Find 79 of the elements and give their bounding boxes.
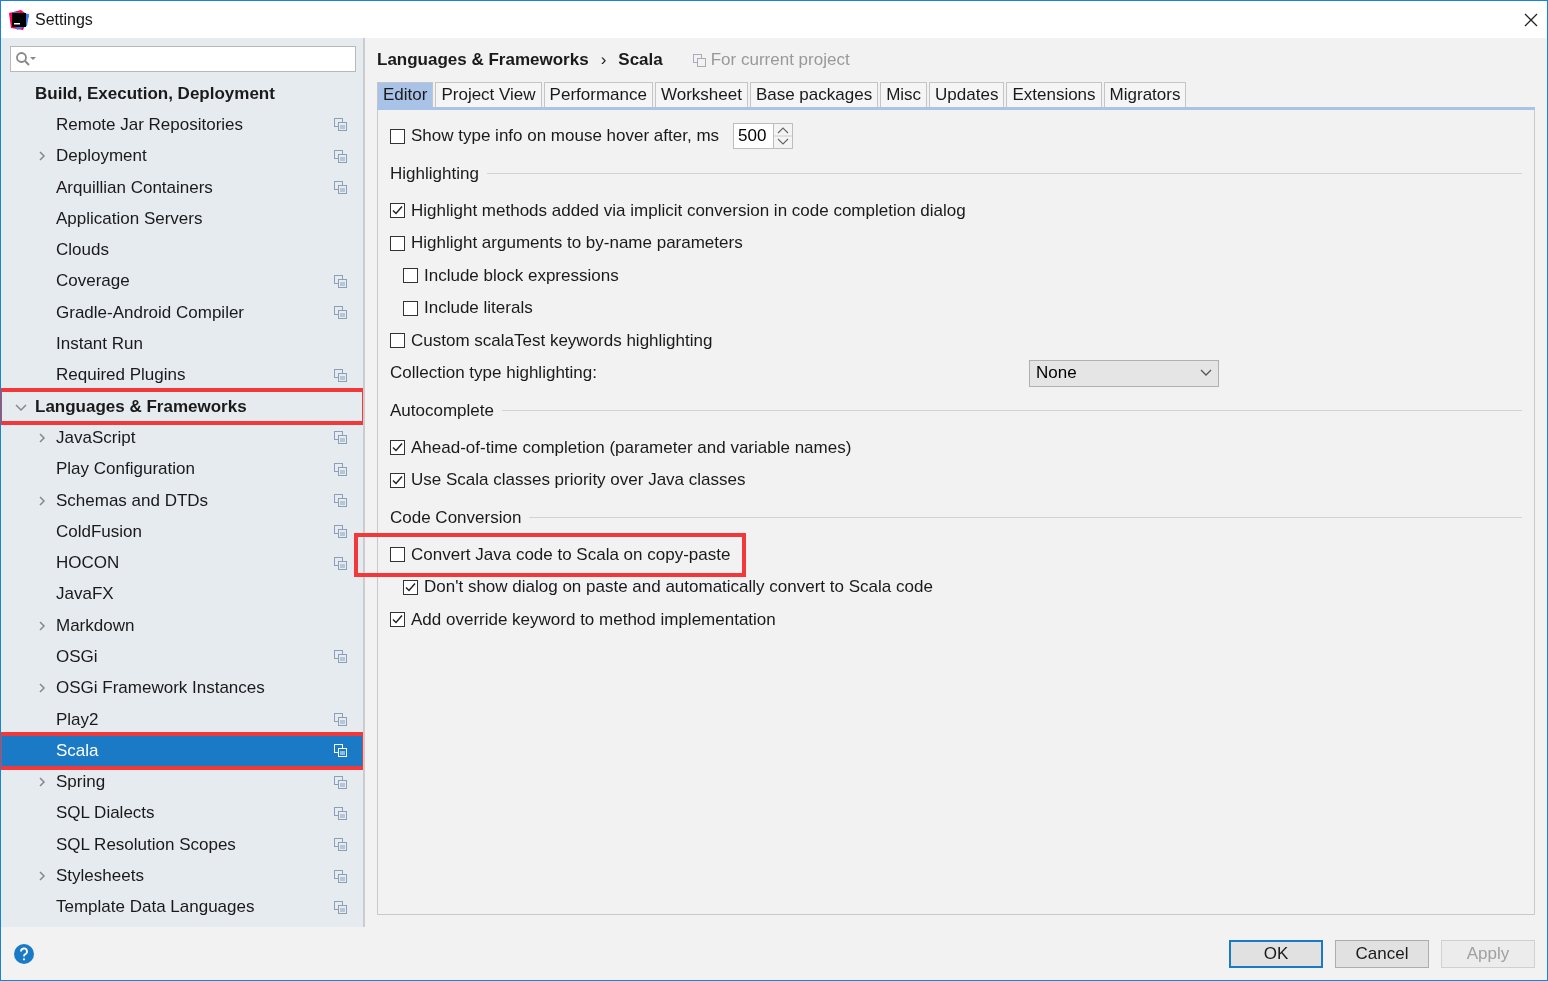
tree-item[interactable]: Stylesheets bbox=[1, 860, 363, 892]
tree-item[interactable]: Coverage bbox=[1, 265, 363, 298]
tree-item[interactable]: Template Data Languages bbox=[1, 891, 363, 923]
checkbox-label[interactable]: Use Scala classes priority over Java classes bbox=[411, 470, 746, 491]
close-icon[interactable] bbox=[1523, 11, 1539, 28]
tab[interactable]: Editor bbox=[377, 82, 434, 107]
breadcrumb-parent[interactable]: Languages & Frameworks bbox=[377, 50, 589, 70]
checkbox[interactable] bbox=[390, 440, 405, 456]
tree-group[interactable]: Languages & Frameworks bbox=[1, 390, 363, 423]
checkbox[interactable] bbox=[390, 203, 405, 219]
tree-item[interactable]: Deployment bbox=[1, 140, 363, 172]
breadcrumb-current: Scala bbox=[618, 50, 663, 70]
scope-label: For current project bbox=[710, 50, 850, 70]
checkbox[interactable] bbox=[390, 333, 405, 349]
tree-item[interactable]: Markdown bbox=[1, 610, 363, 642]
tree-item[interactable]: Application Servers bbox=[1, 203, 363, 235]
tree-item[interactable]: JavaScript bbox=[1, 422, 363, 454]
section-title: Autocomplete bbox=[390, 400, 494, 421]
checkbox[interactable] bbox=[390, 128, 405, 144]
tree-item[interactable]: Spring bbox=[1, 766, 363, 798]
tab[interactable]: Migrators bbox=[1103, 82, 1187, 107]
tree-item[interactable]: Clouds bbox=[1, 234, 363, 266]
tree-item[interactable]: Play2 bbox=[1, 703, 363, 736]
dialog-button[interactable]: OK bbox=[1229, 939, 1323, 968]
tree-group[interactable]: Build, Execution, Deployment bbox=[1, 78, 363, 110]
tree-item[interactable]: Required Plugins bbox=[1, 359, 363, 391]
tab[interactable]: Updates bbox=[929, 82, 1005, 107]
breadcrumb-separator: › bbox=[600, 50, 607, 70]
help-icon[interactable] bbox=[13, 942, 35, 965]
tree-item[interactable]: Arquillian Containers bbox=[1, 171, 363, 204]
tab[interactable]: Base packages bbox=[749, 82, 879, 107]
checkbox-label[interactable]: Custom scalaTest keywords highlighting bbox=[411, 330, 713, 351]
tree-item[interactable]: SQL Dialects bbox=[1, 797, 363, 830]
caret-icon bbox=[1200, 369, 1212, 378]
checkbox[interactable] bbox=[403, 300, 418, 316]
tab[interactable]: Project View bbox=[435, 82, 542, 107]
search-field[interactable] bbox=[10, 46, 356, 72]
app-logo-icon bbox=[9, 9, 29, 30]
tree-item[interactable]: ColdFusion bbox=[1, 516, 363, 548]
checkbox[interactable] bbox=[390, 472, 405, 488]
checkbox-label[interactable]: Highlight methods added via implicit conversion in code completion dialog bbox=[411, 200, 966, 221]
tab[interactable]: Performance bbox=[543, 82, 653, 107]
checkbox-label[interactable]: Include block expressions bbox=[424, 265, 619, 286]
checkbox-label[interactable]: Include literals bbox=[424, 298, 533, 319]
tree-item[interactable]: Schemas and DTDs bbox=[1, 484, 363, 517]
tree-item[interactable]: OSGi bbox=[1, 641, 363, 673]
tree-item[interactable]: Play Configuration bbox=[1, 453, 363, 485]
tab[interactable]: Extensions bbox=[1006, 82, 1102, 107]
tree-item[interactable]: JavaFX bbox=[1, 578, 363, 611]
checkbox[interactable] bbox=[390, 235, 405, 251]
section-title: Highlighting bbox=[390, 163, 479, 184]
section-title: Code Conversion bbox=[390, 507, 522, 528]
dialog-button[interactable]: Cancel bbox=[1335, 939, 1429, 968]
checkbox-label[interactable]: Don't show dialog on paste and automatically convert to Scala code bbox=[424, 577, 933, 598]
tab[interactable]: Misc bbox=[880, 82, 928, 107]
spinner-arrows-icon[interactable] bbox=[773, 123, 794, 150]
tree-item[interactable]: Gradle-Android Compiler bbox=[1, 297, 363, 329]
search-icon[interactable] bbox=[15, 51, 37, 67]
tree-item[interactable]: Scala bbox=[1, 735, 363, 767]
checkbox[interactable] bbox=[403, 268, 418, 284]
checkbox-label[interactable]: Show type info on mouse hover after, ms bbox=[411, 126, 720, 147]
dropdown[interactable]: None bbox=[1029, 359, 1219, 387]
tree-item[interactable]: Instant Run bbox=[1, 328, 363, 360]
tree-item[interactable]: SQL Resolution Scopes bbox=[1, 829, 363, 861]
checkbox[interactable] bbox=[390, 612, 405, 628]
copy-icon bbox=[692, 53, 706, 67]
checkbox-label[interactable]: Convert Java code to Scala on copy-paste bbox=[411, 544, 731, 565]
checkbox-label[interactable]: Ahead-of-time completion (parameter and variable names) bbox=[411, 437, 852, 458]
checkbox-label[interactable]: Highlight arguments to by-name parameters bbox=[411, 233, 743, 254]
option-label: Collection type highlighting: bbox=[390, 363, 597, 384]
tree-item[interactable]: OSGi Framework Instances bbox=[1, 672, 363, 704]
checkbox-label[interactable]: Add override keyword to method implementation bbox=[411, 609, 776, 630]
number-field[interactable]: 500 bbox=[733, 123, 774, 150]
tree-item[interactable]: HOCON bbox=[1, 547, 363, 579]
checkbox[interactable] bbox=[403, 579, 418, 595]
tree-item[interactable]: Remote Jar Repositories bbox=[1, 109, 363, 141]
tab[interactable]: Worksheet bbox=[654, 82, 748, 107]
checkbox[interactable] bbox=[390, 547, 405, 563]
window-title: Settings bbox=[35, 10, 94, 29]
